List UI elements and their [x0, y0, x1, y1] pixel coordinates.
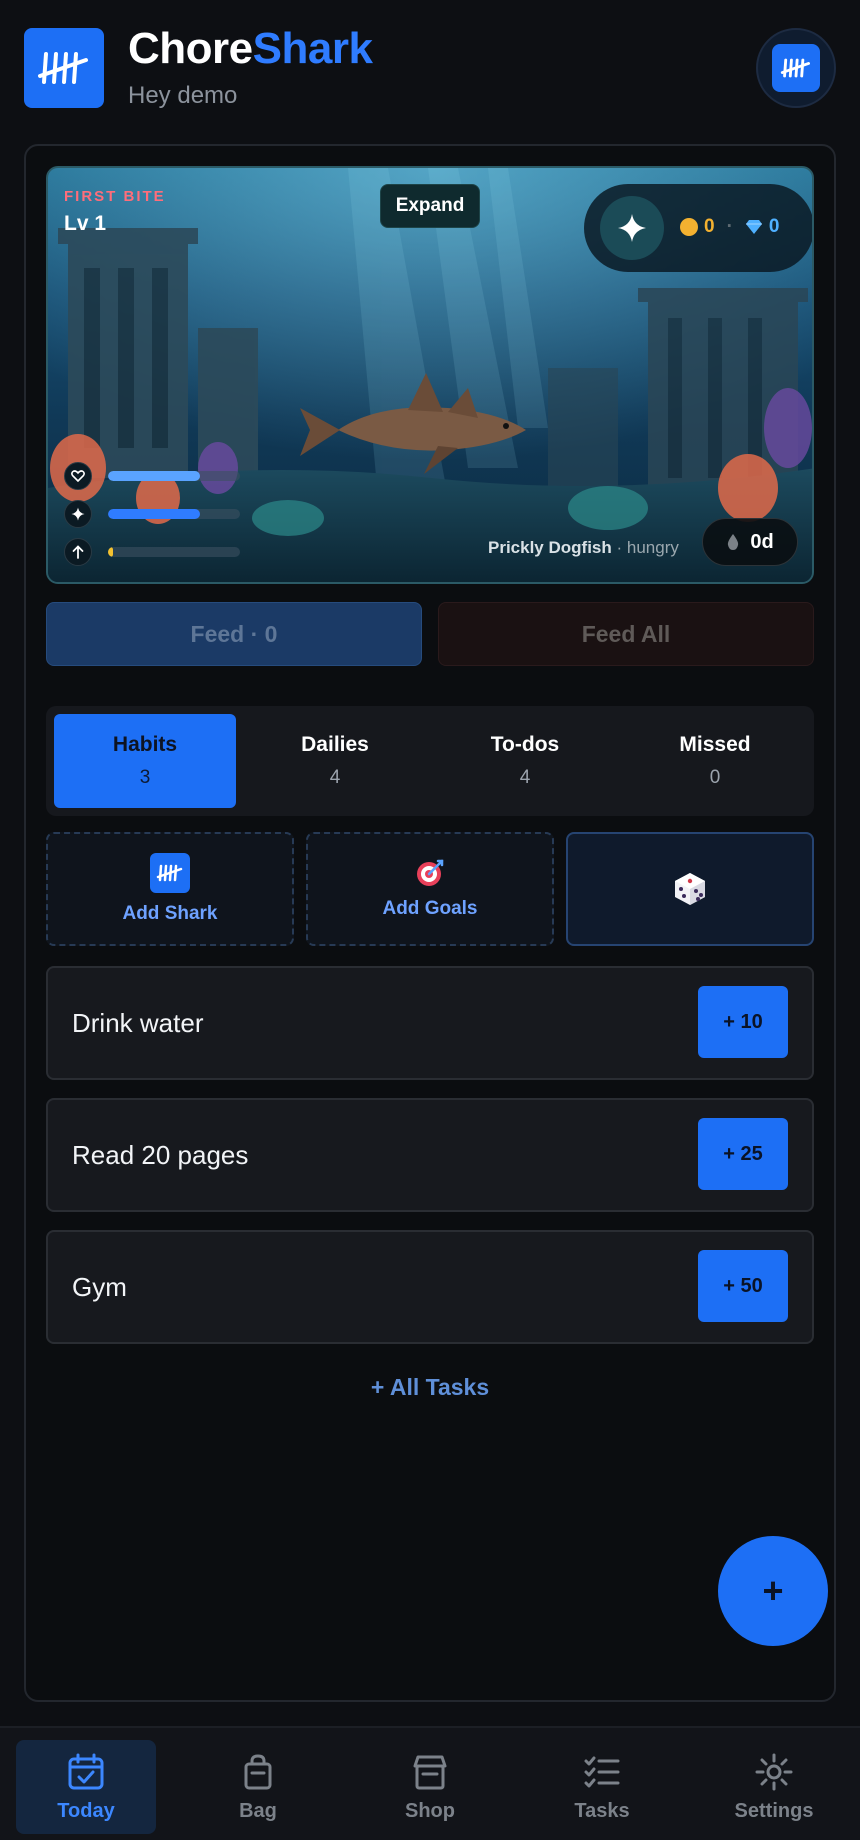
- droplet-icon: [728, 534, 739, 550]
- checklist-icon: [584, 1756, 620, 1787]
- fish-info: Prickly Dogfish · hungry: [488, 538, 679, 558]
- level-tag: FIRST BITE: [64, 188, 166, 205]
- tab-count: 4: [329, 767, 341, 788]
- score-button[interactable]: + 10: [698, 986, 788, 1058]
- level-number: Lv 1: [64, 212, 107, 235]
- target-icon: [417, 859, 444, 886]
- profile-button[interactable]: [756, 28, 836, 108]
- expand-button[interactable]: Expand: [380, 184, 480, 228]
- all-tasks-link[interactable]: + All Tasks: [0, 1374, 860, 1401]
- task-row[interactable]: Drink water + 10: [46, 966, 814, 1080]
- tab-label: To-dos: [490, 733, 560, 756]
- aquarium-panel: FIRST BITE Lv 1 Expand 0 · 0 Prickly Dog…: [46, 166, 814, 584]
- tab-label: Missed: [679, 733, 751, 756]
- growth-bar: [108, 547, 240, 557]
- nav-label: Shop: [405, 1799, 455, 1822]
- greeting-text: Hey demo: [128, 82, 238, 109]
- tally-marks-icon: [150, 853, 190, 893]
- nav-label: Bag: [239, 1799, 277, 1822]
- fish-name: Prickly Dogfish: [488, 538, 612, 557]
- add-shark-button[interactable]: Add Shark: [46, 832, 294, 946]
- tab-missed[interactable]: Missed 0: [624, 714, 806, 808]
- gem-icon: [745, 220, 762, 234]
- health-bar: [108, 471, 240, 481]
- coin-count: 0: [704, 216, 715, 237]
- brand-title-part2: Shark: [252, 24, 373, 73]
- nav-label: Tasks: [574, 1799, 630, 1822]
- tab-habits[interactable]: Habits 3: [54, 714, 236, 808]
- add-goals-label: Add Goals: [382, 898, 478, 919]
- app-logo: [24, 28, 104, 108]
- gear-icon: [755, 1753, 793, 1790]
- nav-shop[interactable]: Shop: [360, 1740, 500, 1834]
- days-pill[interactable]: 0d: [702, 518, 798, 566]
- separator: ·: [726, 216, 733, 237]
- score-button[interactable]: + 25: [698, 1118, 788, 1190]
- tally-marks-icon: [38, 52, 88, 84]
- boost-button[interactable]: [600, 196, 664, 260]
- score-button[interactable]: + 50: [698, 1250, 788, 1322]
- coin-icon: [680, 218, 698, 236]
- energy-bar-fill: [108, 509, 201, 519]
- dice-icon: [675, 873, 705, 905]
- tab-todos[interactable]: To-dos 4: [434, 714, 616, 808]
- tab-label: Dailies: [301, 733, 369, 756]
- task-row[interactable]: Read 20 pages + 25: [46, 1098, 814, 1212]
- add-fab-button[interactable]: +: [718, 1536, 828, 1646]
- energy-bar: [108, 509, 240, 519]
- fish-status: · hungry: [616, 538, 679, 557]
- tab-label: Habits: [112, 733, 178, 756]
- add-goals-button[interactable]: Add Goals: [306, 832, 554, 946]
- calendar-check-icon: [68, 1753, 104, 1789]
- nav-today[interactable]: Today: [16, 1740, 156, 1834]
- heart-icon: [64, 462, 92, 490]
- tally-marks-icon: [780, 58, 810, 78]
- currency-pill: 0 · 0: [584, 184, 812, 272]
- days-count: 0d: [750, 530, 774, 553]
- task-row[interactable]: Gym + 50: [46, 1230, 814, 1344]
- task-name: Read 20 pages: [72, 1139, 249, 1170]
- profile-avatar: [772, 44, 820, 92]
- task-tabs: Habits 3 Dailies 4 To-dos 4 Missed 0: [46, 706, 814, 816]
- brand-title-part1: Chore: [128, 24, 253, 73]
- tab-count: 3: [139, 767, 151, 788]
- feed-all-button[interactable]: Feed All: [438, 602, 814, 666]
- task-name: Gym: [72, 1271, 127, 1302]
- task-name: Drink water: [72, 1007, 204, 1038]
- sparkle-icon: [618, 214, 646, 242]
- brand-title: ChoreShark: [128, 24, 373, 74]
- add-shark-label: Add Shark: [122, 903, 218, 924]
- random-dice-button[interactable]: [566, 832, 814, 946]
- tab-count: 0: [709, 767, 721, 788]
- gem-count: 0: [768, 216, 780, 237]
- nav-tasks[interactable]: Tasks: [532, 1740, 672, 1834]
- currency-row: 0 · 0: [680, 216, 779, 238]
- nav-settings[interactable]: Settings: [704, 1740, 844, 1834]
- arrow-up-icon: [64, 538, 92, 566]
- store-icon: [413, 1755, 447, 1789]
- growth-bar-fill: [108, 547, 114, 557]
- bag-icon: [244, 1754, 272, 1789]
- bottom-nav: Today Bag Shop Tasks Settings: [0, 1726, 860, 1840]
- feed-button[interactable]: Feed · 0: [46, 602, 422, 666]
- nav-bag[interactable]: Bag: [188, 1740, 328, 1834]
- nav-label: Today: [57, 1799, 115, 1822]
- tab-dailies[interactable]: Dailies 4: [244, 714, 426, 808]
- sparkle-icon: [64, 500, 92, 528]
- nav-label: Settings: [734, 1799, 814, 1822]
- health-bar-fill: [108, 471, 201, 481]
- tab-count: 4: [519, 767, 531, 788]
